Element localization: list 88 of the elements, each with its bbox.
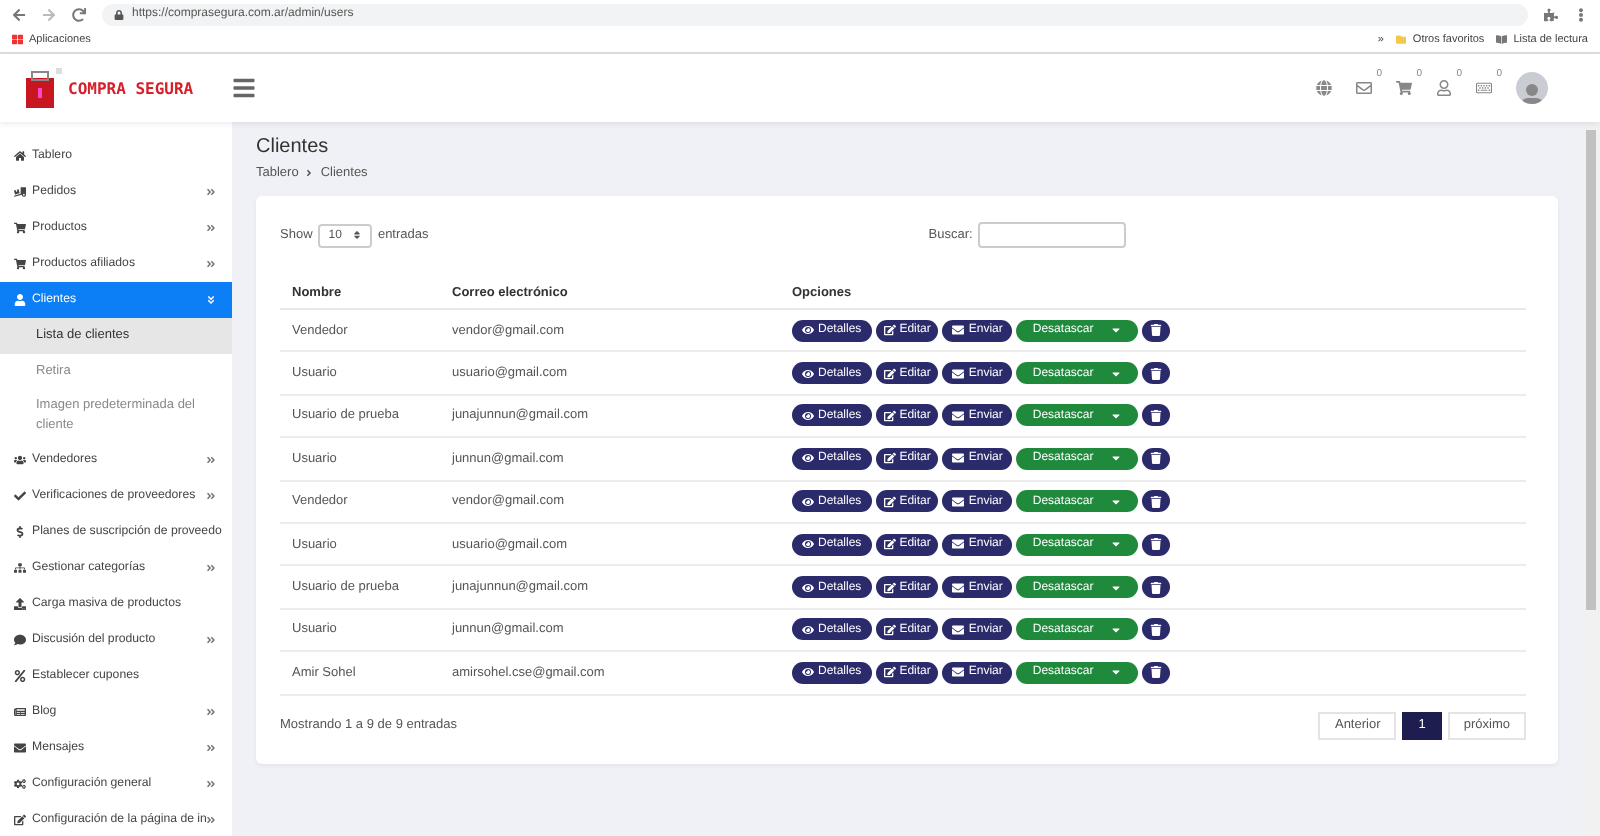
envelope-icon	[952, 581, 965, 594]
delete-button[interactable]	[1141, 447, 1170, 470]
edit-icon	[883, 367, 896, 380]
logo-text: COMPRA SEGURA	[68, 79, 194, 97]
avatar[interactable]	[1516, 72, 1548, 104]
caret-icon	[1109, 367, 1122, 380]
caret-icon	[1109, 666, 1122, 679]
menu-item-icon	[14, 777, 26, 789]
menu-item-icon	[14, 561, 26, 573]
delete-button[interactable]	[1141, 490, 1170, 513]
eye-icon	[802, 324, 814, 337]
globe-icon[interactable]	[1316, 80, 1332, 96]
delete-button[interactable]	[1141, 576, 1170, 599]
menu-item-icon	[14, 258, 26, 270]
menu-item-icon	[14, 186, 26, 198]
delete-button[interactable]	[1141, 533, 1170, 556]
delete-button[interactable]	[1141, 362, 1170, 385]
page-title: Clientes	[256, 136, 331, 158]
menu-item-icon	[14, 633, 26, 645]
caret-icon	[1109, 324, 1122, 337]
caret-icon	[1109, 538, 1122, 551]
trash-icon	[1149, 324, 1162, 337]
menu-item-icon	[14, 222, 26, 234]
edit-icon	[883, 495, 896, 508]
envelope-icon	[952, 324, 965, 337]
edit-icon	[883, 623, 896, 636]
chevron-icon	[304, 168, 315, 178]
caret-icon	[1109, 581, 1122, 594]
trash-icon	[1149, 495, 1162, 508]
scrollbar[interactable]	[1582, 122, 1600, 836]
trash-icon	[1149, 409, 1162, 422]
edit-icon	[883, 409, 896, 422]
trash-icon	[1149, 666, 1162, 679]
trash-icon	[1149, 581, 1162, 594]
eye-icon	[802, 367, 814, 380]
menu-item-icon	[14, 813, 26, 825]
envelope-icon	[952, 495, 965, 508]
caret-icon	[1109, 495, 1122, 508]
eye-icon	[802, 623, 814, 636]
envelope-icon	[952, 538, 965, 551]
menu-item-icon	[14, 525, 26, 537]
extension-icon[interactable]	[1544, 7, 1558, 21]
menu-icon[interactable]	[1574, 7, 1588, 21]
folder-icon	[1395, 34, 1407, 46]
menu-item-icon	[14, 597, 26, 609]
edit-icon	[883, 538, 896, 551]
menu-icon[interactable]	[232, 76, 256, 100]
menu-item-icon	[14, 150, 26, 162]
menu-item-icon	[14, 294, 26, 306]
edit-icon	[883, 324, 896, 337]
delete-button[interactable]	[1141, 404, 1170, 427]
trash-icon	[1149, 623, 1162, 636]
eye-icon	[802, 452, 814, 465]
trash-icon	[1149, 452, 1162, 465]
eye-icon	[802, 538, 814, 551]
edit-icon	[883, 666, 896, 679]
eye-icon	[802, 409, 814, 422]
search-field[interactable]	[978, 222, 1127, 248]
reload-icon[interactable]	[72, 7, 86, 21]
edit-icon	[883, 452, 896, 465]
back-icon[interactable]	[12, 7, 26, 21]
menu-item-icon	[14, 453, 26, 465]
delete-button[interactable]	[1141, 618, 1170, 641]
book-icon	[1496, 34, 1508, 46]
trash-icon	[1149, 538, 1162, 551]
envelope-icon	[952, 452, 965, 465]
lock-icon	[114, 9, 124, 19]
eye-icon	[802, 666, 814, 679]
envelope-icon	[952, 409, 965, 422]
envelope-icon	[952, 623, 965, 636]
eye-icon	[802, 495, 814, 508]
caret-icon	[1109, 409, 1122, 422]
menu-item-icon	[14, 705, 26, 717]
grid-icon	[12, 34, 23, 46]
envelope-icon	[952, 666, 965, 679]
envelope-icon	[952, 367, 965, 380]
edit-icon	[883, 581, 896, 594]
eye-icon	[802, 581, 814, 594]
trash-icon	[1149, 367, 1162, 380]
menu-item-icon	[14, 489, 26, 501]
caret-icon	[1109, 623, 1122, 636]
delete-button[interactable]	[1141, 319, 1170, 342]
sort-icon	[351, 230, 362, 240]
delete-button[interactable]	[1141, 661, 1170, 684]
shopping-bag-logo-icon	[24, 66, 64, 110]
caret-icon	[1109, 452, 1122, 465]
menu-item-icon	[14, 741, 26, 753]
menu-item-icon	[14, 669, 26, 681]
